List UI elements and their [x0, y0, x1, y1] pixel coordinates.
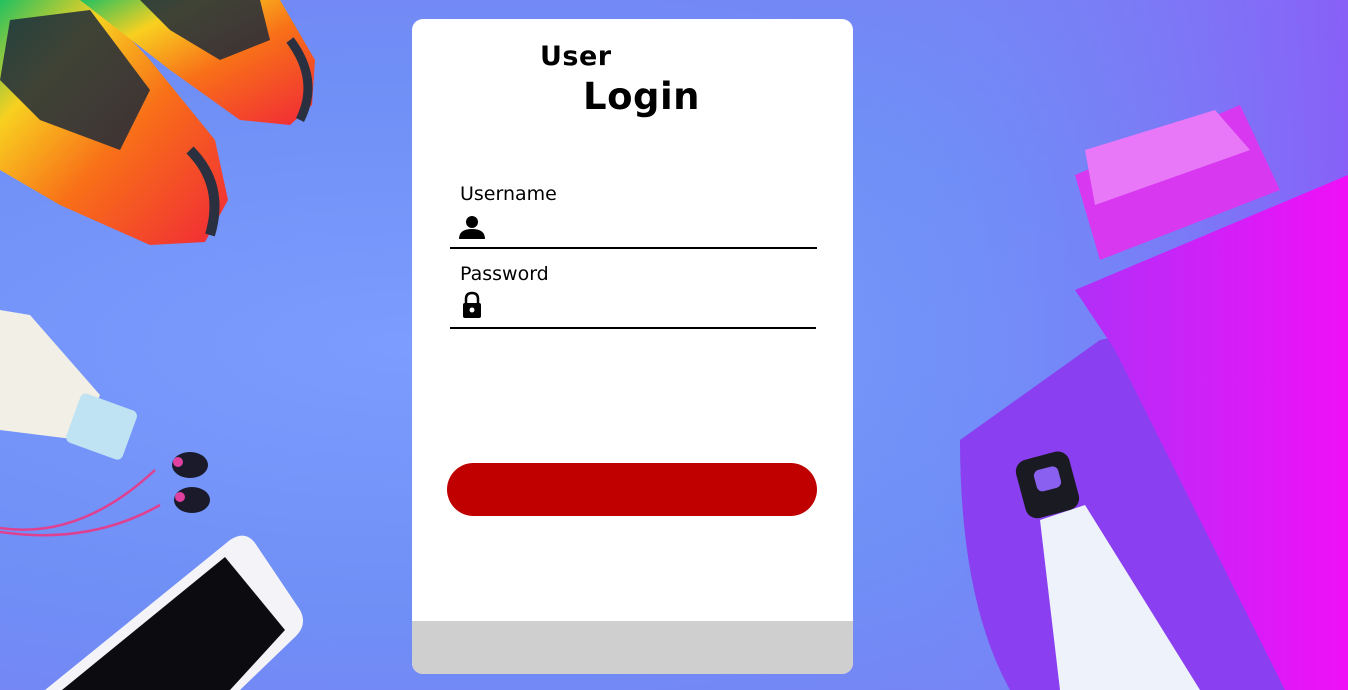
username-input[interactable] — [494, 213, 814, 241]
earphones — [0, 452, 210, 537]
login-card: User Login Username Password — [412, 19, 853, 674]
password-underline — [450, 327, 816, 329]
username-underline — [450, 247, 817, 249]
username-label: Username — [460, 183, 557, 205]
user-icon — [459, 216, 485, 239]
bottle-left — [0, 310, 137, 460]
login-button[interactable] — [447, 463, 817, 516]
title-login: Login — [583, 75, 701, 118]
password-label: Password — [460, 263, 549, 285]
card-footer — [412, 621, 853, 674]
phone — [45, 535, 304, 690]
password-input[interactable] — [494, 293, 814, 321]
lock-icon — [463, 291, 481, 318]
title-user: User — [540, 41, 612, 72]
